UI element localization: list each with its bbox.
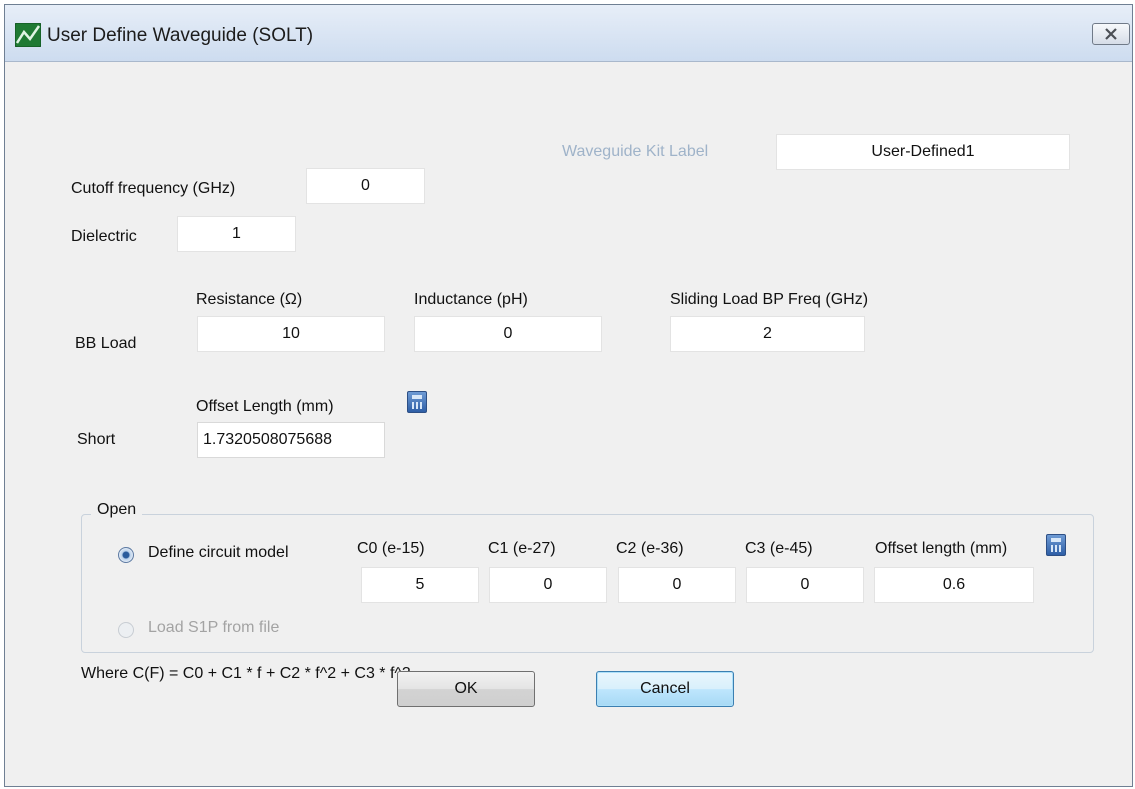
- define-circuit-model-radio[interactable]: [118, 547, 134, 563]
- sliding-load-input[interactable]: 2: [670, 316, 865, 352]
- open-offset-length-label: Offset length (mm): [875, 540, 1008, 557]
- title-bar[interactable]: User Define Waveguide (SOLT): [5, 5, 1132, 62]
- resistance-input[interactable]: 10: [197, 316, 385, 352]
- c1-label: C1 (e-27): [488, 540, 556, 557]
- dielectric-label: Dielectric: [71, 228, 137, 245]
- calculator-icon[interactable]: [407, 391, 427, 413]
- inductance-label: Inductance (pH): [414, 291, 528, 308]
- window-title: User Define Waveguide (SOLT): [47, 25, 314, 46]
- c2-label: C2 (e-36): [616, 540, 684, 557]
- short-label: Short: [77, 431, 116, 448]
- c3-input[interactable]: 0: [746, 567, 864, 603]
- kit-label-input[interactable]: User-Defined1: [776, 134, 1070, 170]
- close-icon: [1105, 28, 1117, 40]
- dielectric-input[interactable]: 1: [177, 216, 296, 252]
- resistance-label: Resistance (Ω): [196, 291, 303, 308]
- open-offset-length-input[interactable]: 0.6: [874, 567, 1034, 603]
- close-button[interactable]: [1092, 23, 1130, 45]
- cancel-button[interactable]: Cancel: [596, 671, 734, 707]
- c0-input[interactable]: 5: [361, 567, 479, 603]
- open-group-title: Open: [91, 501, 143, 519]
- cutoff-frequency-input[interactable]: 0: [306, 168, 425, 204]
- c1-input[interactable]: 0: [489, 567, 607, 603]
- short-offset-length-input[interactable]: 1.7320508075688: [197, 422, 385, 458]
- short-offset-length-label: Offset Length (mm): [196, 398, 334, 415]
- sliding-load-label: Sliding Load BP Freq (GHz): [670, 291, 869, 308]
- ok-button[interactable]: OK: [397, 671, 535, 707]
- c0-label: C0 (e-15): [357, 540, 425, 557]
- load-s1p-label[interactable]: Load S1P from file: [148, 619, 279, 637]
- inductance-input[interactable]: 0: [414, 316, 602, 352]
- c2-input[interactable]: 0: [618, 567, 736, 603]
- dialog-window: User Define Waveguide (SOLT) Waveguide K…: [4, 4, 1133, 787]
- cutoff-frequency-label: Cutoff frequency (GHz): [71, 180, 236, 197]
- load-s1p-radio[interactable]: [118, 622, 134, 638]
- network-analyzer-icon: [15, 23, 41, 47]
- bb-load-label: BB Load: [75, 335, 137, 352]
- calculator-icon[interactable]: [1046, 534, 1066, 556]
- c3-label: C3 (e-45): [745, 540, 813, 557]
- formula-text: Where C(F) = C0 + C1 * f + C2 * f^2 + C3…: [81, 665, 411, 682]
- kit-label: Waveguide Kit Label: [562, 143, 709, 160]
- define-circuit-model-label[interactable]: Define circuit model: [148, 544, 289, 562]
- dialog-body: Waveguide Kit Label User-Defined1 Cutoff…: [11, 62, 1126, 780]
